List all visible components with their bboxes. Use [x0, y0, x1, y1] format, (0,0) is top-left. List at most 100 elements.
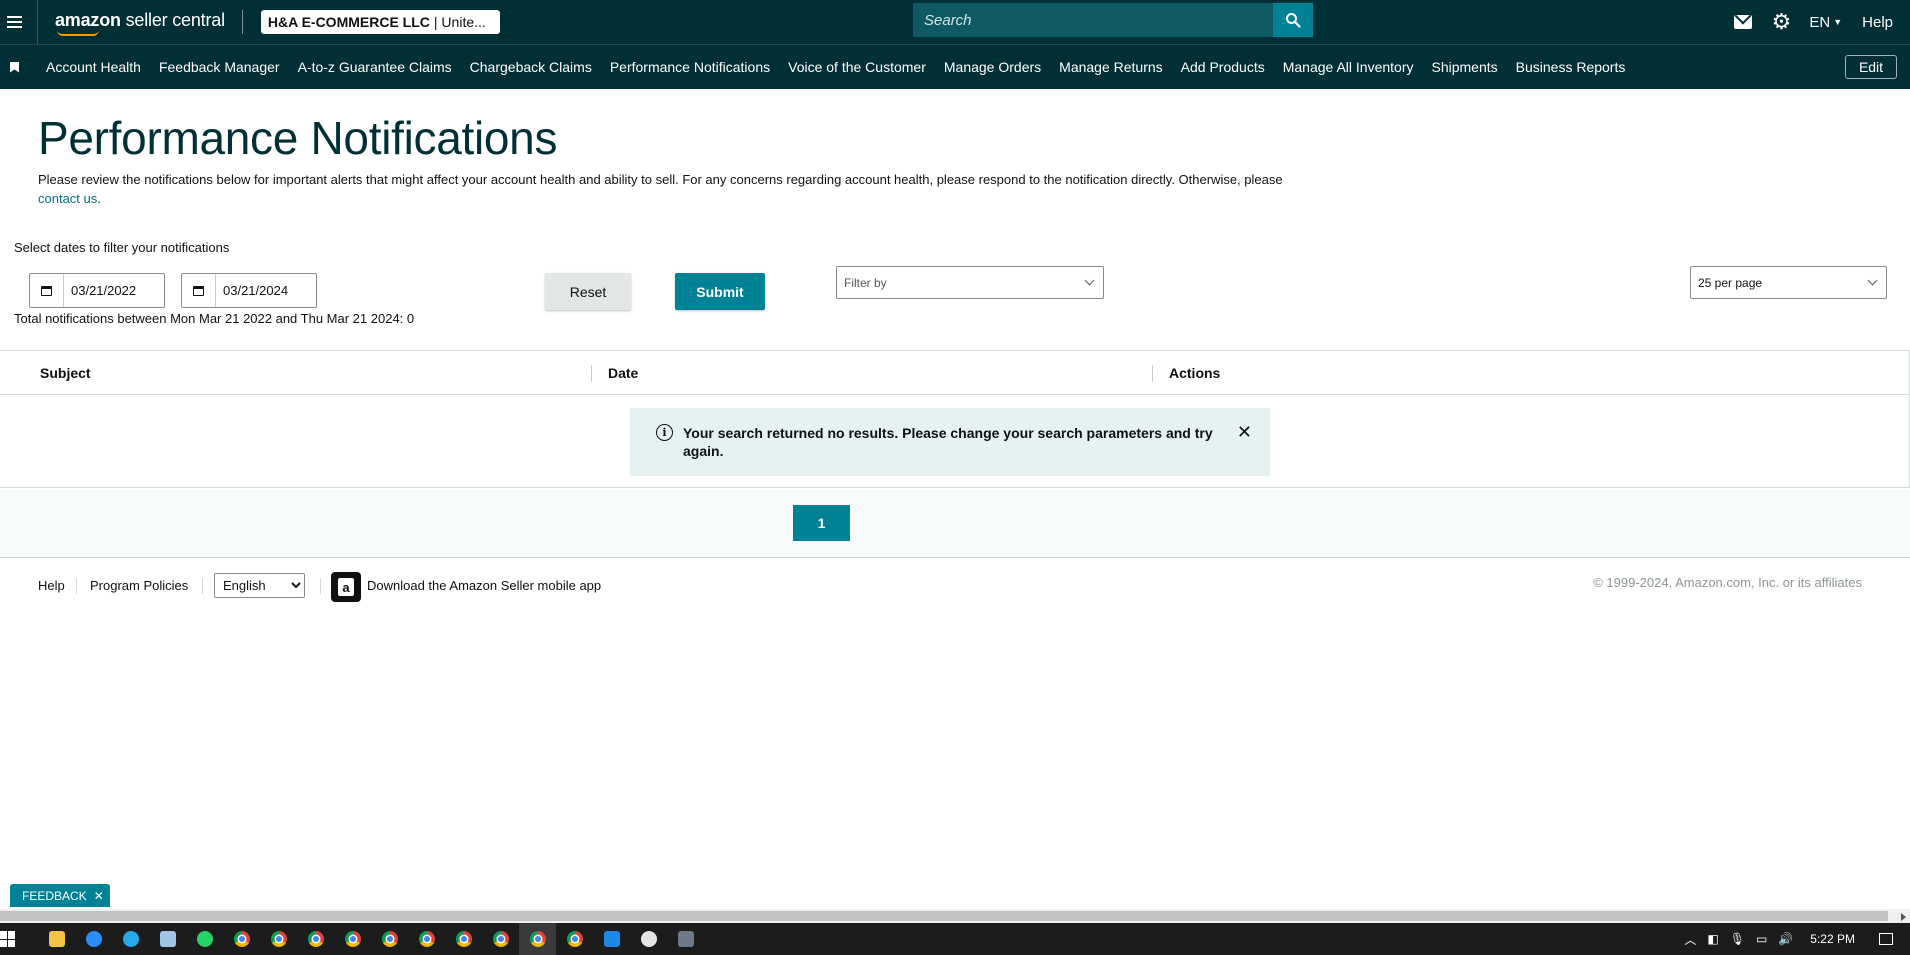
pagination: 1 — [0, 489, 1910, 558]
top-right-controls: ⚙ EN ▼ Help — [1733, 0, 1910, 44]
nav-item-add-products[interactable]: Add Products — [1181, 59, 1265, 75]
nav-item-account-health[interactable]: Account Health — [46, 59, 141, 75]
chrome-icon[interactable] — [482, 923, 519, 955]
scroll-right-arrow-icon[interactable] — [1901, 913, 1906, 921]
feedback-tab[interactable]: FEEDBACK ✕ — [10, 884, 110, 907]
chrome-icon[interactable] — [260, 923, 297, 955]
top-bar: amazon seller central H&A E-COMMERCE LLC… — [0, 0, 1910, 44]
bookmark-icon[interactable] — [10, 61, 19, 73]
whatsapp-icon[interactable] — [186, 923, 223, 955]
calculator-icon[interactable] — [667, 923, 704, 955]
calendar-icon — [41, 285, 52, 296]
zoom-icon[interactable] — [75, 923, 112, 955]
chevron-down-icon — [1084, 275, 1095, 286]
search-button[interactable] — [1273, 3, 1313, 37]
chevron-up-icon[interactable]: ︿ — [1684, 931, 1696, 948]
per-page-value: 25 per page — [1698, 275, 1763, 290]
rdp-app-icon[interactable] — [593, 923, 630, 955]
chrome-icon[interactable] — [297, 923, 334, 955]
chrome-icon[interactable] — [334, 923, 371, 955]
nav-item-a-to-z-claims[interactable]: A-to-z Guarantee Claims — [298, 59, 452, 75]
close-icon[interactable]: ✕ — [1237, 423, 1252, 441]
search-icon — [1286, 13, 1301, 28]
reset-button[interactable]: Reset — [545, 273, 631, 310]
shopping-bag-icon: a — [338, 578, 354, 596]
footer-language-select[interactable]: English — [214, 573, 305, 598]
seller-app-icon[interactable]: a — [331, 572, 361, 602]
nav-item-voice-of-customer[interactable]: Voice of the Customer — [788, 59, 926, 75]
nav-item-manage-orders[interactable]: Manage Orders — [944, 59, 1041, 75]
nav-bar: Account Health Feedback Manager A-to-z G… — [0, 44, 1910, 89]
volume-icon[interactable]: 🔊 — [1778, 932, 1793, 946]
scrollbar-thumb[interactable] — [0, 911, 1888, 921]
nav-item-shipments[interactable]: Shipments — [1431, 59, 1497, 75]
page-title: Performance Notifications — [38, 112, 558, 164]
system-tray: ︿ ◧ 🎙 ▭ 🔊 5:22 PM — [1684, 923, 1910, 955]
notification-icon[interactable] — [1879, 933, 1893, 945]
chrome-icon[interactable] — [445, 923, 482, 955]
footer: Help Program Policies English a Download… — [0, 570, 1910, 604]
horizontal-scrollbar[interactable] — [0, 909, 1910, 923]
camera-icon[interactable]: ◧ — [1707, 932, 1718, 946]
nav-item-feedback-manager[interactable]: Feedback Manager — [159, 59, 280, 75]
file-explorer-icon[interactable] — [38, 923, 75, 955]
end-date-picker — [181, 273, 317, 308]
divider — [241, 10, 243, 34]
taskbar-clock[interactable]: 5:22 PM — [1810, 932, 1855, 946]
chrome-icon-active[interactable] — [519, 923, 556, 955]
page-button-current[interactable]: 1 — [793, 505, 850, 541]
windows-start-icon[interactable] — [0, 931, 16, 947]
search-input[interactable] — [913, 3, 1273, 37]
start-date-calendar-button[interactable] — [30, 274, 64, 307]
download-app-link[interactable]: Download the Amazon Seller mobile app — [367, 578, 601, 593]
network-icon[interactable]: ▭ — [1756, 932, 1767, 946]
github-icon[interactable] — [630, 923, 667, 955]
total-notifications-text: Total notifications between Mon Mar 21 2… — [14, 311, 415, 326]
menu-icon[interactable] — [0, 0, 28, 44]
chrome-icon[interactable] — [223, 923, 260, 955]
end-date-calendar-button[interactable] — [182, 274, 216, 307]
telegram-icon[interactable] — [112, 923, 149, 955]
seller-central-logo[interactable]: amazon seller central — [55, 10, 225, 36]
footer-help-link[interactable]: Help — [38, 578, 65, 593]
edit-nav-button[interactable]: Edit — [1845, 55, 1897, 79]
contact-us-link[interactable]: contact us — [38, 191, 97, 206]
copyright-text: © 1999-2024, Amazon.com, Inc. or its aff… — [1593, 575, 1862, 590]
taskbar-apps — [38, 923, 704, 955]
notepad-icon[interactable] — [149, 923, 186, 955]
microphone-icon[interactable]: 🎙 — [1730, 932, 1745, 946]
column-divider — [591, 365, 592, 382]
per-page-dropdown[interactable]: 25 per page — [1690, 266, 1887, 299]
info-icon: i — [656, 424, 673, 441]
nav-item-performance-notifications[interactable]: Performance Notifications — [610, 59, 770, 75]
filter-by-dropdown[interactable]: Filter by — [836, 266, 1104, 299]
help-link[interactable]: Help — [1862, 14, 1893, 31]
account-switcher[interactable]: H&A E-COMMERCE LLC | Unite... — [260, 10, 500, 34]
chrome-icon[interactable] — [556, 923, 593, 955]
filter-by-value: Filter by — [844, 275, 887, 290]
divider — [37, 0, 38, 44]
gear-icon[interactable]: ⚙ — [1772, 11, 1792, 33]
os-taskbar: ︿ ◧ 🎙 ▭ 🔊 5:22 PM — [0, 923, 1910, 955]
column-header-date[interactable]: Date — [608, 365, 638, 381]
search-bar — [913, 3, 1313, 37]
nav-item-business-reports[interactable]: Business Reports — [1516, 59, 1626, 75]
calendar-icon — [193, 285, 204, 296]
footer-program-policies-link[interactable]: Program Policies — [90, 578, 188, 593]
end-date-input[interactable] — [216, 274, 306, 307]
account-region: | Unite... — [433, 14, 486, 30]
mail-icon[interactable] — [1733, 15, 1752, 29]
nav-item-manage-inventory[interactable]: Manage All Inventory — [1283, 59, 1414, 75]
chrome-icon[interactable] — [408, 923, 445, 955]
nav-items: Account Health Feedback Manager A-to-z G… — [46, 59, 1643, 75]
chrome-icon[interactable] — [371, 923, 408, 955]
language-selector[interactable]: EN ▼ — [1809, 14, 1842, 31]
start-date-input[interactable] — [64, 274, 154, 307]
column-header-subject[interactable]: Subject — [40, 365, 91, 381]
column-divider — [1152, 365, 1153, 382]
nav-item-chargeback-claims[interactable]: Chargeback Claims — [470, 59, 592, 75]
submit-button[interactable]: Submit — [675, 273, 765, 310]
table-header: Subject Date Actions — [0, 351, 1909, 395]
nav-item-manage-returns[interactable]: Manage Returns — [1059, 59, 1163, 75]
close-icon[interactable]: ✕ — [94, 889, 104, 903]
